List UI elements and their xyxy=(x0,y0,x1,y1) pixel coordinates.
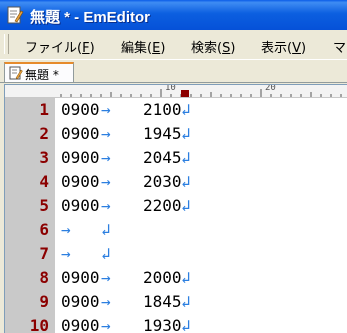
editor-line[interactable]: 5 0900 → 2200 ↲ xyxy=(5,194,347,218)
line-end-value: 1945 xyxy=(143,124,182,143)
menu-search-label: 検索 xyxy=(191,41,218,56)
line-end-value: 2000 xyxy=(143,268,182,287)
line-start-value: 0900 xyxy=(61,196,100,215)
tab-arrow-icon: → xyxy=(61,244,71,263)
line-end-value: 2100 xyxy=(143,100,182,119)
tab-arrow-icon: → xyxy=(101,124,111,143)
editor-line[interactable]: 9 0900 → 1845 ↲ xyxy=(5,290,347,314)
tab-strip: 無題 * xyxy=(0,60,347,83)
line-number: 3 xyxy=(39,148,49,167)
line-number: 10 xyxy=(29,316,49,333)
line-number: 2 xyxy=(39,124,49,143)
menu-edit[interactable]: 編集(E) xyxy=(121,37,165,56)
tab-arrow-icon: → xyxy=(101,292,111,311)
line-start-value: 0900 xyxy=(61,148,100,167)
line-start-value: 0900 xyxy=(61,172,100,191)
editor-line[interactable]: 8 0900 → 2000 ↲ xyxy=(5,266,347,290)
document-pencil-icon xyxy=(9,66,23,80)
menu-view-accel: V xyxy=(292,41,301,56)
document-pencil-icon xyxy=(7,6,24,24)
line-break-icon: ↲ xyxy=(181,148,191,167)
ruler: 10 20 xyxy=(5,85,347,98)
line-break-icon: ↲ xyxy=(181,292,191,311)
editor-line[interactable]: 2 0900 → 1945 ↲ xyxy=(5,122,347,146)
menu-view[interactable]: 表示(V) xyxy=(261,37,306,56)
line-end-value: 2030 xyxy=(143,172,182,191)
line-end-value: 2200 xyxy=(143,196,182,215)
menu-grip[interactable] xyxy=(4,34,9,54)
line-end-value: 2045 xyxy=(143,148,182,167)
line-number: 1 xyxy=(39,100,49,119)
editor-line[interactable]: 4 0900 → 2030 ↲ xyxy=(5,170,347,194)
tab-arrow-icon: → xyxy=(101,316,111,333)
line-number: 4 xyxy=(39,172,49,191)
tab-document[interactable]: 無題 * xyxy=(4,62,74,82)
menu-macro-label: マ xyxy=(333,41,347,56)
tab-arrow-icon: → xyxy=(61,220,71,239)
editor-line[interactable]: 10 0900 → 1930 ↲ xyxy=(5,314,347,333)
menu-edit-accel: E xyxy=(152,41,161,56)
line-break-icon: ↲ xyxy=(181,268,191,287)
menu-bar: ファイル(F) 編集(E) 検索(S) 表示(V) マ xyxy=(0,30,347,60)
line-break-icon: ↲ xyxy=(181,172,191,191)
line-end-value: 1845 xyxy=(143,292,182,311)
tab-arrow-icon: → xyxy=(101,196,111,215)
menu-file[interactable]: ファイル(F) xyxy=(25,37,95,56)
tab-label: 無題 * xyxy=(25,68,59,82)
ruler-ticks xyxy=(60,89,342,97)
line-break-icon: ↲ xyxy=(181,316,191,333)
menu-search-accel: S xyxy=(222,41,231,56)
tab-arrow-icon: → xyxy=(101,100,111,119)
editor-line[interactable]: 6 → ↲ xyxy=(5,218,347,242)
editor-pane[interactable]: 10 20 1 0900 → 2100 ↲ 2 0900 → 1945 ↲ 3 … xyxy=(4,84,347,333)
menu-file-accel: F xyxy=(82,41,90,56)
caret-position-marker-icon xyxy=(181,90,189,97)
line-break-icon: ↲ xyxy=(181,124,191,143)
line-start-value: 0900 xyxy=(61,316,100,333)
menu-edit-label: 編集 xyxy=(121,41,148,56)
line-number: 9 xyxy=(39,292,49,311)
line-number: 7 xyxy=(39,244,49,263)
tab-arrow-icon: → xyxy=(101,148,111,167)
ruler-label-10: 10 xyxy=(165,84,176,93)
line-break-icon: ↲ xyxy=(101,220,111,239)
editor-line[interactable]: 1 0900 → 2100 ↲ xyxy=(5,98,347,122)
menu-search[interactable]: 検索(S) xyxy=(191,37,235,56)
ruler-label-20: 20 xyxy=(265,84,276,93)
line-number: 5 xyxy=(39,196,49,215)
title-bar[interactable]: 無題 * - EmEditor xyxy=(0,0,347,30)
line-start-value: 0900 xyxy=(61,100,100,119)
line-break-icon: ↲ xyxy=(101,244,111,263)
line-number: 6 xyxy=(39,220,49,239)
window-title: 無題 * - EmEditor xyxy=(30,9,151,26)
editor-line[interactable]: 7 → ↲ xyxy=(5,242,347,266)
tab-arrow-icon: → xyxy=(101,268,111,287)
line-number: 8 xyxy=(39,268,49,287)
tab-arrow-icon: → xyxy=(101,172,111,191)
line-break-icon: ↲ xyxy=(181,100,191,119)
line-break-icon: ↲ xyxy=(181,196,191,215)
menu-macro[interactable]: マ xyxy=(333,37,346,56)
line-start-value: 0900 xyxy=(61,124,100,143)
line-start-value: 0900 xyxy=(61,292,100,311)
line-end-value: 1930 xyxy=(143,316,182,333)
menu-file-label: ファイル xyxy=(25,41,78,56)
line-start-value: 0900 xyxy=(61,268,100,287)
editor-line[interactable]: 3 0900 → 2045 ↲ xyxy=(5,146,347,170)
menu-view-label: 表示 xyxy=(261,41,288,56)
